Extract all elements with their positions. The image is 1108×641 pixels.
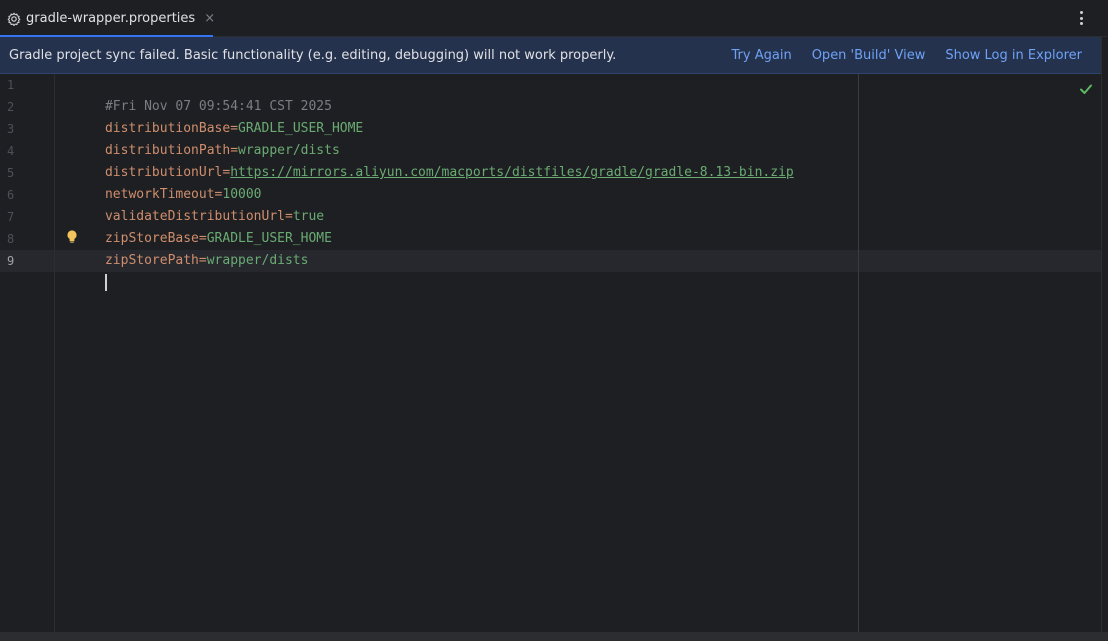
sync-failed-banner: Gradle project sync failed. Basic functi… <box>0 37 1101 74</box>
code-line[interactable]: distributionUrl=https://mirrors.aliyun.c… <box>58 140 794 180</box>
horizontal-scrollbar[interactable] <box>0 632 1108 641</box>
code-line-current[interactable] <box>58 250 107 291</box>
code-line[interactable]: networkTimeout=10000 <box>58 162 262 202</box>
line-number: 7 <box>7 210 15 224</box>
gear-icon <box>7 12 21 26</box>
open-build-view-link[interactable]: Open 'Build' View <box>812 48 926 63</box>
equals-sign: = <box>198 253 207 268</box>
editor-tab-bar: gradle-wrapper.properties × <box>0 0 1108 38</box>
text-caret <box>104 274 107 291</box>
property-key: zipStorePath <box>104 253 199 268</box>
code-line[interactable]: #Fri Nov 07 09:54:41 CST 2025 <box>58 74 332 114</box>
show-log-in-explorer-link[interactable]: Show Log in Explorer <box>945 48 1082 63</box>
tab-label: gradle-wrapper.properties <box>26 11 196 26</box>
tab-gradle-wrapper-properties[interactable]: gradle-wrapper.properties × <box>0 0 215 38</box>
code-editor[interactable]: 1 2 3 4 5 6 7 8 9 #Fri Nov 07 09:54:41 C… <box>0 74 1101 632</box>
line-number: 4 <box>7 144 15 158</box>
more-options-icon[interactable] <box>1074 9 1088 27</box>
line-number: 2 <box>7 100 15 114</box>
lightbulb-icon[interactable] <box>66 229 78 243</box>
code-line[interactable]: distributionBase=GRADLE_USER_HOME <box>58 96 363 136</box>
code-line[interactable]: validateDistributionUrl=true <box>58 184 324 224</box>
try-again-link[interactable]: Try Again <box>732 48 792 63</box>
property-value: wrapper/dists <box>206 253 309 268</box>
banner-message: Gradle project sync failed. Basic functi… <box>9 47 617 63</box>
line-number: 3 <box>7 122 15 136</box>
code-line[interactable]: zipStoreBase=GRADLE_USER_HOME <box>58 206 332 246</box>
vertical-scrollbar[interactable] <box>1101 37 1108 632</box>
code-line[interactable]: zipStorePath=wrapper/dists <box>58 228 309 268</box>
right-margin-guide <box>858 74 859 632</box>
check-icon[interactable] <box>1079 81 1093 95</box>
line-number: 5 <box>7 166 15 180</box>
line-number: 6 <box>7 188 15 202</box>
line-number-current: 9 <box>7 254 15 268</box>
line-number: 1 <box>7 78 15 92</box>
code-line[interactable]: distributionPath=wrapper/dists <box>58 118 340 158</box>
line-number: 8 <box>7 232 15 246</box>
distribution-url-link[interactable]: https://mirrors.aliyun.com/macports/dist… <box>230 165 794 180</box>
close-icon[interactable]: × <box>204 11 215 26</box>
banner-actions: Try Again Open 'Build' View Show Log in … <box>712 48 1082 63</box>
